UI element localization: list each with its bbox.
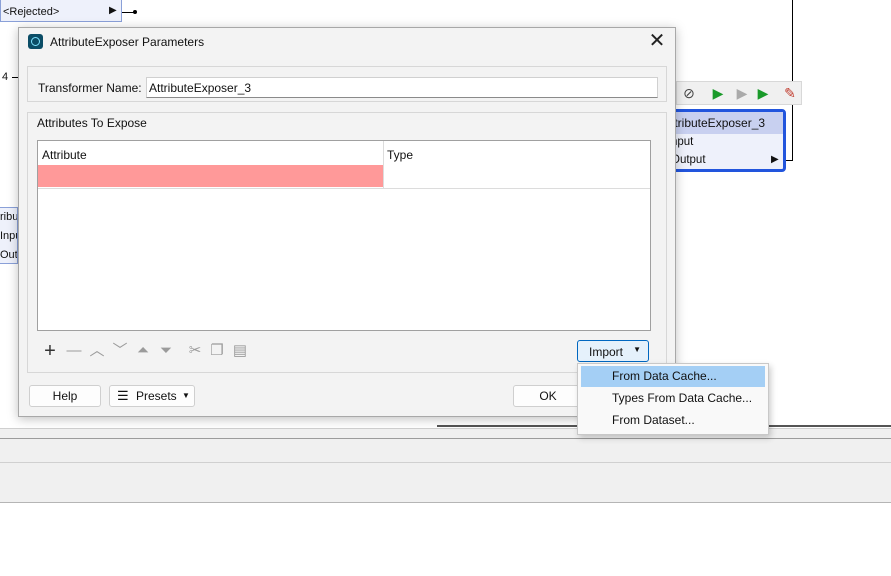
attributes-table[interactable]: Attribute Type [37, 140, 651, 331]
import-label: Import [589, 345, 624, 359]
transformer-name-group: Transformer Name: AttributeExposer_3 [27, 66, 667, 102]
column-header-attribute[interactable]: Attribute [38, 141, 383, 165]
row-number: 4 [2, 71, 9, 83]
move-down-icon[interactable]: ﹀ [110, 341, 130, 361]
copy-icon[interactable]: ❐ [207, 341, 227, 361]
rejected-port-label: <Rejected> [3, 6, 60, 18]
port-arrow-icon: ▶ [109, 5, 117, 16]
move-up-icon[interactable]: ︿ [87, 341, 107, 361]
node-toolbar: ⊘ ▶ ▶ ▶ ✎ [676, 81, 802, 105]
attributeexposer-node[interactable]: ttributeExposer_3 nput Output ▶ [666, 109, 786, 172]
run-icon[interactable]: ▶ [709, 85, 727, 101]
chevron-down-icon: ▼ [182, 391, 190, 400]
menu-item-from-data-cache[interactable]: From Data Cache... [581, 366, 765, 387]
remove-icon[interactable]: — [64, 341, 84, 361]
ok-button[interactable]: OK [513, 385, 583, 407]
column-header-type[interactable]: Type [383, 141, 650, 165]
row-divider [38, 188, 650, 189]
attributes-group-label: Attributes To Expose [37, 116, 147, 130]
cut-icon[interactable]: ✂ [185, 341, 205, 361]
type-cell[interactable] [383, 165, 650, 187]
import-dropdown-menu: From Data Cache... Types From Data Cache… [577, 363, 769, 435]
help-label: Help [52, 389, 78, 403]
transformer-name-input[interactable]: AttributeExposer_3 [146, 77, 658, 98]
attribute-cell[interactable] [38, 165, 383, 187]
dialog-titlebar[interactable]: AttributeExposer Parameters ✕ [19, 28, 675, 56]
node-output-port[interactable]: Output [671, 154, 706, 166]
presets-button[interactable]: ☰ Presets ▼ [109, 385, 195, 407]
rejected-port-node[interactable]: <Rejected> ▶ [0, 0, 122, 22]
dialog-title: AttributeExposer Parameters [50, 35, 205, 49]
menu-item-from-dataset[interactable]: From Dataset... [581, 410, 765, 431]
disable-icon[interactable]: ⊘ [680, 85, 698, 101]
paste-icon[interactable]: ▤ [230, 341, 250, 361]
menu-item-types-from-data-cache[interactable]: Types From Data Cache... [581, 388, 765, 409]
divider [0, 438, 891, 439]
partial-node-output: Out [0, 249, 18, 261]
move-bottom-icon[interactable]: ⏷ [156, 341, 176, 361]
partial-node-input: Inpu [0, 230, 17, 242]
import-button[interactable]: Import ▼ [577, 340, 649, 362]
connection-dot [133, 10, 137, 14]
move-top-icon[interactable]: ⏶ [133, 341, 153, 361]
chevron-down-icon: ▼ [633, 345, 641, 354]
divider [0, 462, 891, 463]
inspect-icon[interactable]: ✎ [781, 85, 799, 101]
port-arrow-icon: ▶ [771, 154, 779, 165]
presets-label: Presets [136, 389, 177, 403]
add-icon[interactable]: + [40, 341, 60, 361]
ok-label: OK [539, 389, 557, 403]
partial-node-title: ribu [0, 211, 18, 223]
connection-line [792, 0, 793, 160]
help-button[interactable]: Help [29, 385, 101, 407]
parameters-dialog: AttributeExposer Parameters ✕ Transforme… [18, 27, 676, 417]
run-to-here-icon[interactable]: ▶ [754, 85, 772, 101]
run-disabled-icon[interactable]: ▶ [733, 85, 751, 101]
partial-node[interactable]: ribu Inpu Out [0, 207, 18, 264]
bottom-panel [0, 428, 891, 503]
transformer-name-label: Transformer Name: [38, 81, 142, 95]
node-title: ttributeExposer_3 [671, 116, 766, 130]
close-icon[interactable]: ✕ [647, 31, 667, 51]
fme-app-icon [28, 34, 43, 49]
presets-sliders-icon: ☰ [117, 388, 129, 403]
